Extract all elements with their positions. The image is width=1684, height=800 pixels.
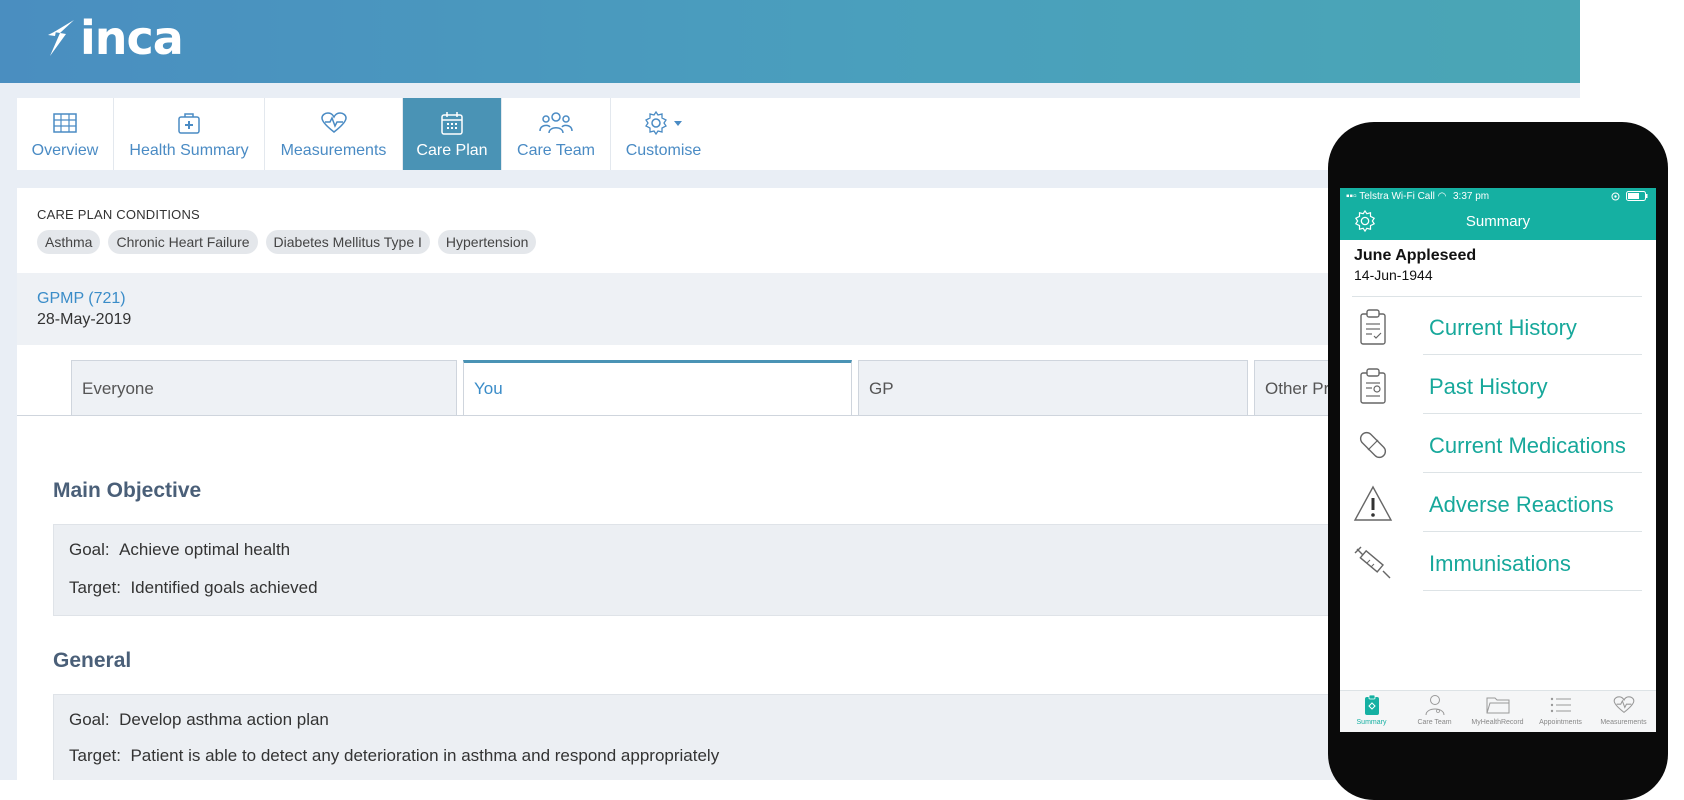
status-time: 3:37 pm: [1453, 191, 1490, 202]
condition-chips: Asthma Chronic Heart Failure Diabetes Me…: [37, 230, 537, 254]
bird-logo-icon: [48, 20, 74, 56]
bottom-tab-measurements[interactable]: Measurements: [1592, 691, 1655, 732]
list-icon: [1550, 691, 1572, 719]
status-right: [1611, 191, 1648, 201]
bottom-tab-summary[interactable]: Summary: [1340, 691, 1403, 732]
tab-customise-label: Customise: [625, 142, 702, 159]
group-icon: [539, 108, 573, 138]
bottom-tab-label: Appointments: [1539, 719, 1582, 726]
goal-label: Goal:: [69, 540, 110, 559]
tab-care-team-label: Care Team: [517, 142, 595, 159]
divider: [1423, 590, 1642, 591]
clipboard-history-icon: [1352, 365, 1394, 407]
mobile-tab-bar: Summary Care Team MyHealthRecord Appoint…: [1340, 690, 1656, 732]
mobile-title: Summary: [1465, 213, 1531, 230]
inca-logo[interactable]: inca: [46, 8, 184, 68]
menu-item-label: Immunisations: [1429, 551, 1571, 576]
plan-tab-you[interactable]: You: [463, 360, 852, 416]
bottom-tab-my-health-record[interactable]: MyHealthRecord: [1466, 691, 1529, 732]
bottom-tab-label: Care Team: [1417, 719, 1452, 726]
goal-line: Goal: Achieve optimal health: [69, 540, 290, 560]
status-bar: ▪▪▫ Telstra Wi-Fi Call ◠ 3:37 pm: [1346, 191, 1489, 202]
tab-care-team[interactable]: Care Team: [502, 98, 611, 170]
plan-tab-gp[interactable]: GP: [858, 360, 1248, 416]
tab-customise[interactable]: Customise: [611, 98, 716, 170]
clipboard-check-icon: [1352, 306, 1394, 348]
menu-item-current-medications[interactable]: Current Medications: [1340, 414, 1656, 477]
patient-name: June Appleseed: [1354, 247, 1477, 264]
condition-chip[interactable]: Diabetes Mellitus Type I: [265, 230, 430, 254]
medical-kit-icon: [177, 108, 201, 138]
target-text: Patient is able to detect any deteriorat…: [130, 746, 720, 765]
target-label: Target:: [69, 578, 121, 597]
tab-health-summary-label: Health Summary: [129, 142, 249, 159]
lock-rotation-icon: [1611, 192, 1620, 200]
goal-text: Achieve optimal health: [119, 540, 291, 559]
goal-label: Goal:: [69, 710, 110, 729]
warning-icon: [1352, 483, 1394, 525]
menu-item-label: Current History: [1429, 315, 1577, 340]
battery-icon: [1626, 191, 1648, 201]
condition-chip[interactable]: Chronic Heart Failure: [108, 230, 258, 254]
heart-pulse-icon: [320, 108, 347, 138]
mobile-header: ▪▪▫ Telstra Wi-Fi Call ◠ 3:37 pm Summary: [1340, 188, 1656, 240]
goal-text: Develop asthma action plan: [119, 710, 329, 729]
bottom-tab-label: Measurements: [1600, 719, 1647, 726]
menu-item-label: Current Medications: [1429, 433, 1626, 458]
logo-text: inca: [80, 11, 184, 65]
menu-item-immunisations[interactable]: Immunisations: [1340, 532, 1656, 595]
phone-device: ▪▪▫ Telstra Wi-Fi Call ◠ 3:37 pm Summary…: [1328, 122, 1668, 800]
target-label: Target:: [69, 746, 121, 765]
heart-pulse-icon: [1613, 691, 1635, 719]
phone-screen: ▪▪▫ Telstra Wi-Fi Call ◠ 3:37 pm Summary…: [1340, 188, 1656, 732]
tab-measurements-label: Measurements: [280, 142, 387, 159]
carrier-text: ▪▪▫ Telstra Wi-Fi Call ◠: [1346, 191, 1447, 202]
tab-overview-label: Overview: [31, 142, 99, 159]
gear-icon: [644, 108, 684, 138]
summary-tab-icon: [1364, 691, 1380, 719]
target-line: Target: Identified goals achieved: [69, 578, 318, 598]
bottom-tab-label: MyHealthRecord: [1471, 719, 1524, 726]
menu-item-current-history[interactable]: Current History: [1340, 296, 1656, 359]
tab-care-plan[interactable]: Care Plan: [403, 98, 502, 170]
tab-measurements[interactable]: Measurements: [265, 98, 403, 170]
section-title: General: [53, 649, 132, 672]
plan-link[interactable]: GPMP (721): [37, 290, 126, 308]
plan-date: 28-May-2019: [37, 311, 132, 328]
bottom-tab-appointments[interactable]: Appointments: [1529, 691, 1592, 732]
tab-overview[interactable]: Overview: [17, 98, 114, 170]
calendar-icon: [441, 108, 463, 138]
menu-item-adverse-reactions[interactable]: Adverse Reactions: [1340, 473, 1656, 536]
pill-icon: [1352, 424, 1394, 466]
menu-item-label: Past History: [1429, 374, 1548, 399]
condition-chip[interactable]: Hypertension: [437, 230, 537, 254]
patient-info: June Appleseed 14-Jun-1944: [1354, 247, 1476, 283]
app-header: inca: [0, 0, 1580, 83]
target-line: Target: Patient is able to detect any de…: [69, 746, 719, 766]
bottom-tab-care-team[interactable]: Care Team: [1403, 691, 1466, 732]
target-text: Identified goals achieved: [130, 578, 318, 597]
conditions-heading: CARE PLAN CONDITIONS: [37, 207, 200, 222]
table-icon: [53, 108, 77, 138]
doctor-icon: [1425, 691, 1445, 719]
menu-item-past-history[interactable]: Past History: [1340, 355, 1656, 418]
tab-health-summary[interactable]: Health Summary: [114, 98, 265, 170]
menu-item-label: Adverse Reactions: [1429, 492, 1614, 517]
tab-care-plan-label: Care Plan: [416, 142, 488, 159]
bottom-tab-label: Summary: [1356, 719, 1387, 726]
section-title: Main Objective: [53, 479, 202, 502]
goal-line: Goal: Develop asthma action plan: [69, 710, 329, 730]
folder-icon: [1486, 691, 1510, 719]
condition-chip[interactable]: Asthma: [37, 230, 101, 254]
syringe-icon: [1352, 542, 1394, 584]
plan-tab-everyone[interactable]: Everyone: [71, 360, 457, 416]
patient-dob: 14-Jun-1944: [1354, 267, 1433, 283]
